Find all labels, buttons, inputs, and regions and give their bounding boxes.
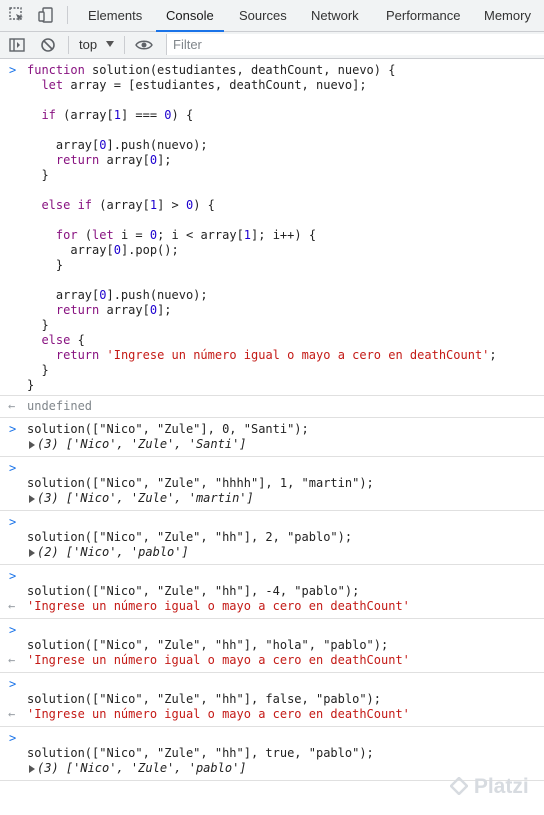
devtools-tab-bar: Elements Console Sources Network Perform… (0, 0, 544, 32)
platzi-logo-icon (449, 776, 469, 796)
call-output[interactable]: (2) ['Nico', 'pablo'] (0, 545, 544, 560)
code-line: function solution(estudiantes, deathCoun… (27, 63, 396, 77)
call-output[interactable]: (3) ['Nico', 'Zule', 'pablo'] (0, 761, 544, 776)
context-selector[interactable]: top (79, 32, 97, 58)
call-output: ← 'Ingrese un número igual o mayo a cero … (0, 707, 544, 722)
call-output[interactable]: (3) ['Nico', 'Zule', 'Santi'] (0, 437, 544, 452)
expand-arrow-icon[interactable] (29, 549, 35, 557)
filter-field[interactable] (166, 34, 544, 55)
code-line: } (27, 318, 49, 332)
filter-input[interactable] (167, 34, 539, 55)
return-arrow-icon: ← (8, 599, 16, 613)
code-line: } (27, 258, 64, 272)
expand-arrow-icon[interactable] (29, 441, 35, 449)
code-line: array[0].push(nuevo); (27, 288, 208, 302)
code-line: else { (41, 333, 85, 347)
toolbar-divider (68, 36, 69, 54)
console-entry-call: > solution(["Nico", "Zule", "hh"], 2, "p… (0, 511, 544, 565)
call-output: ← 'Ingrese un número igual o mayo a cero … (0, 653, 544, 668)
console-entry-function: > function solution(estudiantes, deathCo… (0, 59, 544, 396)
array-preview: (3) ['Nico', 'Zule', 'martin'] (37, 491, 254, 505)
call-input: solution(["Nico", "Zule", "hh"], "hola",… (27, 638, 389, 652)
return-arrow-icon: ← (8, 707, 16, 721)
code-line: } (27, 168, 49, 182)
call-output: ← 'Ingrese un número igual o mayo a cero … (0, 599, 544, 614)
chevron-down-icon[interactable] (106, 41, 114, 47)
code-line: for (let i = 0; i < array[1]; i++) { (55, 228, 317, 242)
string-result: 'Ingrese un número igual o mayo a cero e… (27, 707, 410, 721)
code-line: } (27, 363, 49, 377)
code-line: array[0].pop(); (27, 243, 179, 257)
string-result: 'Ingrese un número igual o mayo a cero e… (27, 599, 410, 613)
sidebar-toggle-icon[interactable] (9, 37, 25, 53)
call-input: solution(["Nico", "Zule", "hh"], false, … (27, 692, 382, 706)
console-entry-call: > solution(["Nico", "Zule", "hh"], true,… (0, 727, 544, 781)
code-line: } (27, 378, 35, 392)
tab-network[interactable]: Network (311, 0, 359, 31)
tab-elements[interactable]: Elements (88, 0, 142, 31)
call-input: solution(["Nico", "Zule", "hh"], -4, "pa… (27, 584, 360, 598)
console-entry-call: > solution(["Nico", "Zule", "hhhh"], 1, … (0, 457, 544, 511)
code-line: return array[0]; (55, 153, 172, 167)
console-entry-result: ← undefined (0, 396, 544, 418)
console-entry-call: > solution(["Nico", "Zule", "hh"], "hola… (0, 619, 544, 673)
tab-performance[interactable]: Performance (386, 0, 460, 31)
code-line: if (array[1] === 0) { (41, 108, 194, 122)
code-line: return 'Ingrese un número igual o mayo a… (55, 348, 497, 362)
array-preview: (2) ['Nico', 'pablo'] (37, 545, 189, 559)
inspect-element-icon[interactable] (9, 7, 25, 23)
result-undefined: undefined (27, 399, 93, 413)
toolbar-divider (124, 36, 125, 54)
call-list: > solution(["Nico", "Zule"], 0, "Santi");… (0, 418, 544, 781)
string-result: 'Ingrese un número igual o mayo a cero e… (27, 653, 410, 667)
code-line: array[0].push(nuevo); (27, 138, 208, 152)
console-output: > function solution(estudiantes, deathCo… (0, 59, 544, 815)
array-preview: (3) ['Nico', 'Zule', 'Santi'] (37, 437, 247, 451)
code-line: let array = [estudiantes, deathCount, nu… (41, 78, 367, 92)
expand-arrow-icon[interactable] (29, 765, 35, 773)
code-line: else if (array[1] > 0) { (41, 198, 215, 212)
console-entry-call: > solution(["Nico", "Zule"], 0, "Santi");… (0, 418, 544, 457)
tab-console[interactable]: Console (156, 0, 224, 32)
watermark-text: Platzi (473, 775, 529, 798)
call-input: solution(["Nico", "Zule", "hh"], 2, "pab… (27, 530, 353, 544)
expand-arrow-icon[interactable] (29, 495, 35, 503)
console-toolbar: top (0, 32, 544, 59)
call-output[interactable]: (3) ['Nico', 'Zule', 'martin'] (0, 491, 544, 506)
call-input: solution(["Nico", "Zule"], 0, "Santi"); (27, 422, 309, 436)
clear-console-icon[interactable] (40, 37, 56, 53)
array-preview: (3) ['Nico', 'Zule', 'pablo'] (37, 761, 247, 775)
call-input: solution(["Nico", "Zule", "hhhh"], 1, "m… (27, 476, 374, 490)
console-entry-call: > solution(["Nico", "Zule", "hh"], false… (0, 673, 544, 727)
console-entry-call: > solution(["Nico", "Zule", "hh"], -4, "… (0, 565, 544, 619)
tab-sources[interactable]: Sources (239, 0, 287, 31)
platzi-watermark: Platzi (449, 775, 529, 799)
return-arrow-icon: ← (8, 653, 16, 667)
tab-memory[interactable]: Memory (484, 0, 531, 31)
call-input: solution(["Nico", "Zule", "hh"], true, "… (27, 746, 374, 760)
toolbar-divider (67, 6, 68, 24)
eye-icon[interactable] (135, 37, 153, 53)
code-line: return array[0]; (55, 303, 172, 317)
device-toolbar-icon[interactable] (38, 7, 54, 23)
